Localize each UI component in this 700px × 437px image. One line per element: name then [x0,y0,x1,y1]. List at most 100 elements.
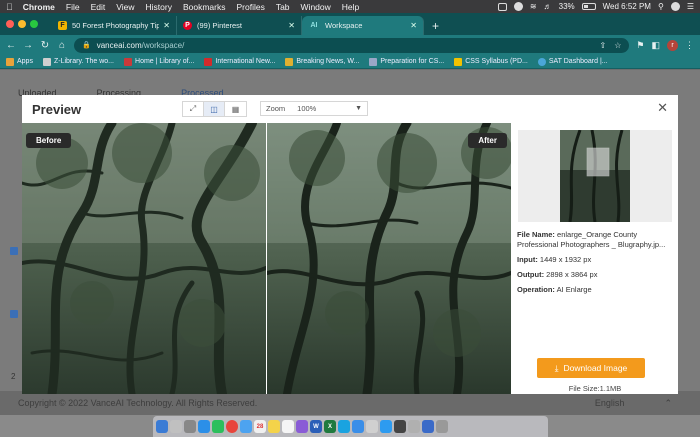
notes-icon[interactable] [268,420,280,433]
bookmark-library[interactable]: Home | Library of... [124,57,195,66]
sat-icon [537,57,546,66]
bookmark-css-syllabus[interactable]: CSS Syllabus (PD... [454,57,528,66]
messages-icon[interactable] [212,420,224,433]
pinterest-icon: P [183,21,192,30]
side-by-side-icon[interactable]: ▦ [225,102,246,116]
menu-view[interactable]: View [116,2,134,12]
home-icon[interactable]: ⌂ [57,40,67,51]
bookmark-international-news[interactable]: International New... [204,57,276,66]
spotlight-icon[interactable]: ⚲ [658,2,664,11]
display-icon[interactable] [497,2,507,11]
mail-icon[interactable] [240,420,252,433]
menu-window[interactable]: Window [301,2,331,12]
bookmark-star-icon[interactable]: ☆ [614,41,621,50]
bookmark-zlibrary[interactable]: Z-Library. The wo... [42,57,114,66]
menu-bookmarks[interactable]: Bookmarks [183,2,226,12]
downloads-folder-icon[interactable] [408,420,420,433]
tab-workspace[interactable]: AI Workspace ✕ [302,16,424,35]
terminal-icon[interactable] [394,420,406,433]
close-tab-icon[interactable]: ✕ [288,21,295,30]
calendar-icon[interactable]: 28 [254,420,266,433]
dropbox-icon[interactable] [513,2,523,11]
forward-arrow-icon[interactable]: → [23,40,33,51]
bookmark-sat-dashboard[interactable]: SAT Dashboard |... [537,57,608,66]
fullscreen-icon[interactable]: ⤢ [183,102,204,116]
more-menu-icon[interactable]: ⋮ [685,40,694,51]
menu-edit[interactable]: Edit [91,2,106,12]
new-tab-button[interactable]: + [424,16,447,35]
menu-profiles[interactable]: Profiles [236,2,264,12]
bookmark-breaking-news[interactable]: Breaking News, W... [285,57,359,66]
close-window-button[interactable] [6,20,14,28]
menu-help[interactable]: Help [342,2,359,12]
excel-icon[interactable]: X [324,420,336,433]
battery-icon[interactable] [581,3,596,10]
news-icon [204,57,213,66]
output-key: Output: [517,270,545,279]
extensions-puzzle-icon[interactable]: ⚑ [636,40,644,51]
chevron-up-icon[interactable]: ⌃ [664,398,672,409]
tab-pinterest[interactable]: P (99) Pinterest ✕ [177,16,302,35]
tab-forest-photography[interactable]: F 50 Forest Photography Tips fo ✕ [52,16,177,35]
launchpad-icon[interactable] [170,420,182,433]
zoom-select[interactable]: Zoom 100% ▼ [260,101,368,116]
close-icon[interactable]: ✕ [657,100,668,116]
apple-icon[interactable]:  [6,2,13,12]
language-selector[interactable]: English [595,398,625,408]
bookmark-label: Apps [17,58,33,65]
close-tab-icon[interactable]: ✕ [410,21,417,30]
word-icon[interactable]: W [310,420,322,433]
minimize-window-button[interactable] [18,20,26,28]
menu-app-name[interactable]: Chrome [23,2,55,12]
zlibrary-icon [42,57,51,66]
safari-icon[interactable] [198,420,210,433]
address-bar[interactable]: 🔒 vanceai.com/workspace/ ⇧ ☆ [74,37,630,53]
menu-file[interactable]: File [66,2,80,12]
apps-grid-icon [6,57,14,66]
share-icon[interactable]: ⇧ [600,41,607,50]
after-image-pane[interactable]: After [267,123,511,394]
profile-avatar[interactable]: r [667,39,678,51]
split-view-icon[interactable]: ◫ [204,102,225,116]
podcasts-icon[interactable] [296,420,308,433]
trash-icon[interactable] [436,420,448,433]
back-arrow-icon[interactable]: ← [6,40,16,51]
photos-icon[interactable] [282,420,294,433]
bookmark-label: Home | Library of... [135,58,195,65]
bookmark-label: International New... [215,58,276,65]
skype-icon[interactable] [338,420,350,433]
maximize-window-button[interactable] [30,20,38,28]
chrome-icon[interactable] [226,420,238,433]
battery-percent: 33% [558,2,575,11]
folder-icon[interactable] [422,420,434,433]
row-checkbox[interactable] [10,310,18,318]
app-store-icon[interactable] [380,420,392,433]
zoom-app-icon[interactable] [352,420,364,433]
control-center-icon[interactable]: ☰ [687,2,694,11]
download-button-label: Download Image [563,363,628,373]
preview-modal: Preview ⤢ ◫ ▦ Zoom 100% ▼ ✕ Before After… [22,95,678,394]
bookmark-css-preparation[interactable]: Preparation for CS... [369,57,444,66]
menu-history[interactable]: History [146,2,172,12]
preview-app-icon[interactable] [366,420,378,433]
siri-icon[interactable] [670,2,680,11]
close-tab-icon[interactable]: ✕ [163,21,170,30]
lock-icon[interactable]: 🔒 [82,41,91,49]
status-area: ≋ ♬ 33% Wed 6:52 PM ⚲ ☰ [497,2,694,11]
menu-tab[interactable]: Tab [276,2,290,12]
volume-icon[interactable]: ♬ [544,2,552,11]
finder-icon[interactable] [156,420,168,433]
vanceai-icon: AI [310,22,318,29]
system-preferences-icon[interactable] [184,420,196,433]
before-image-pane[interactable]: Before [22,123,266,394]
download-image-button[interactable]: ⤓ Download Image [537,358,645,378]
row-checkbox[interactable] [10,247,18,255]
clock[interactable]: Wed 6:52 PM [603,2,651,11]
browser-toolbar: ← → ↻ ⌂ 🔒 vanceai.com/workspace/ ⇧ ☆ ⚑ ◧… [0,35,700,55]
bookmark-apps[interactable]: Apps [6,57,33,66]
reload-icon[interactable]: ↻ [40,40,50,51]
tab-label: 50 Forest Photography Tips fo [72,21,160,30]
wifi-icon[interactable]: ≋ [530,2,537,11]
sidebar-icon[interactable]: ◧ [651,40,660,51]
image-thumbnail[interactable] [560,130,630,222]
